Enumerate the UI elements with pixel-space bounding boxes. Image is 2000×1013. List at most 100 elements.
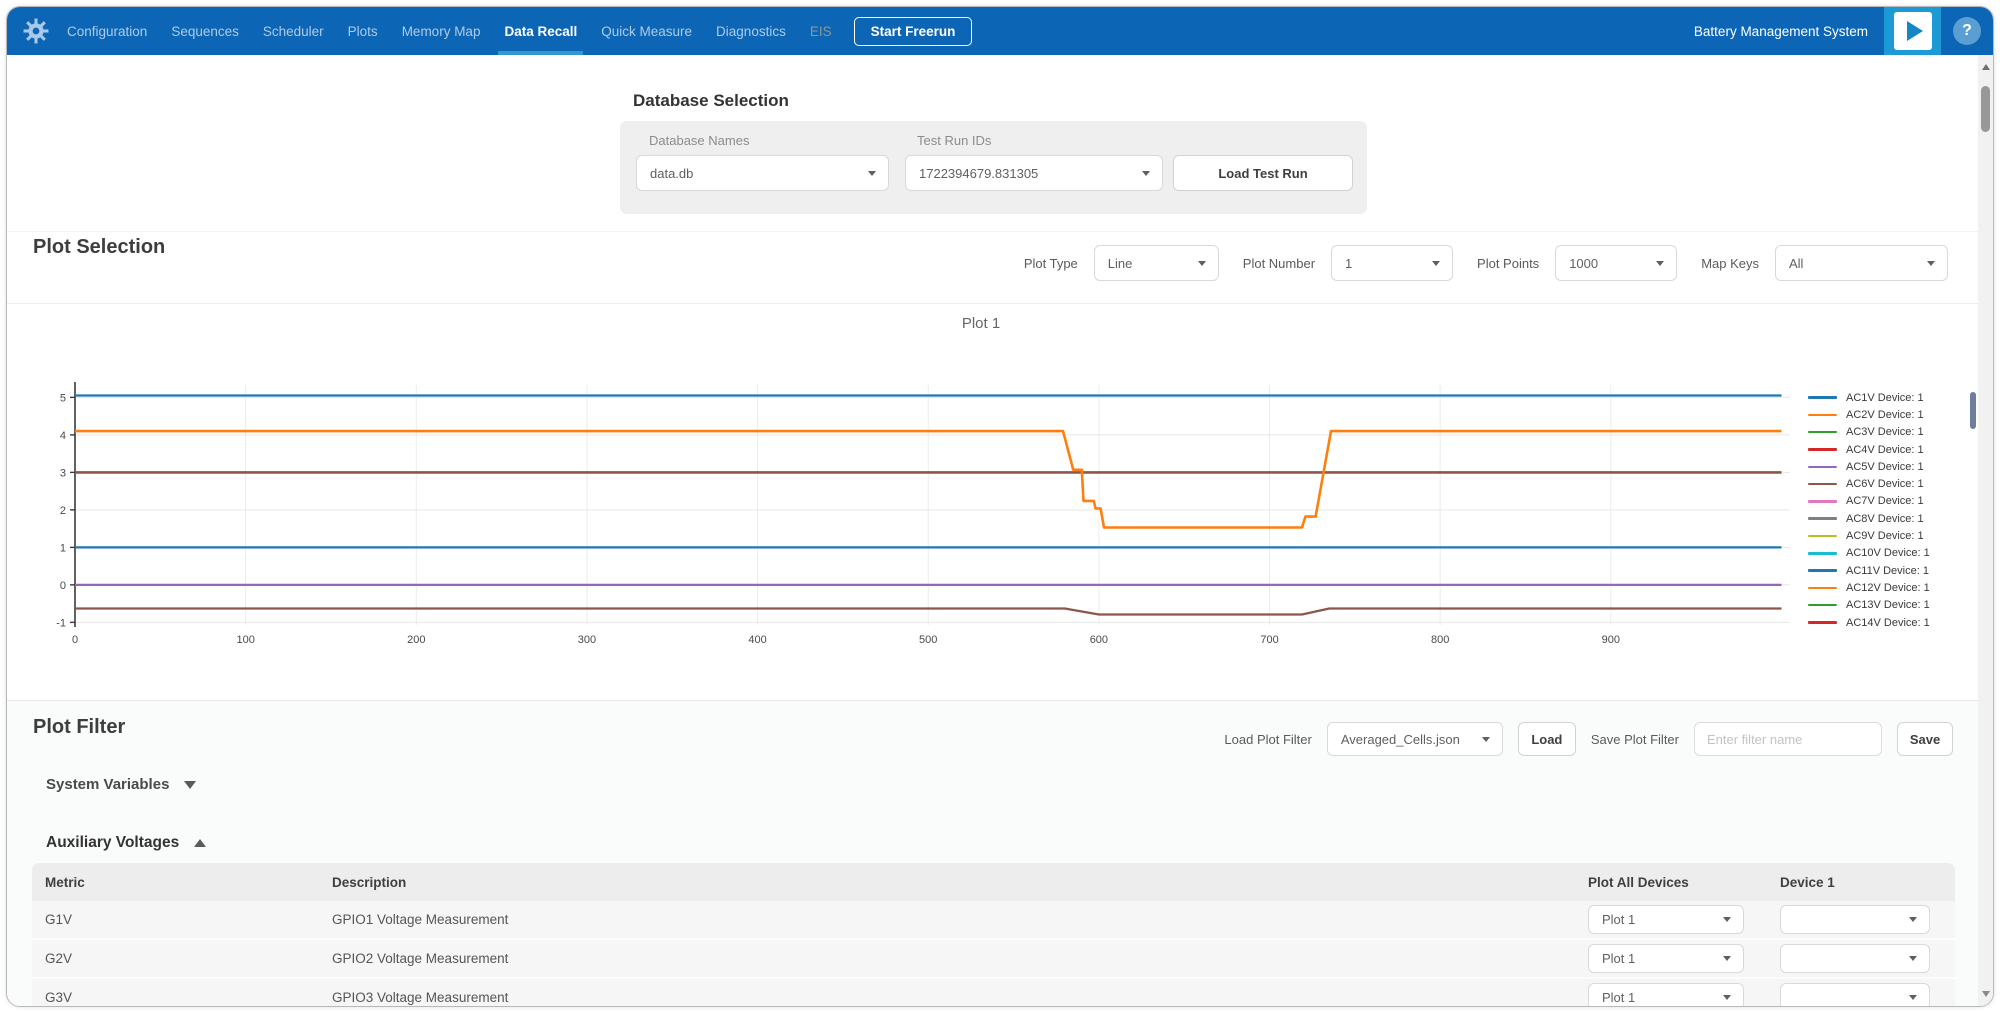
cell-metric: G3V [45, 979, 72, 1007]
nav-item-eis: EIS [810, 7, 832, 55]
app-window: Configuration Sequences Scheduler Plots Memo… [6, 6, 1994, 1007]
svg-text:100: 100 [236, 634, 254, 646]
cell-description: GPIO2 Voltage Measurement [332, 940, 508, 977]
database-names-select[interactable]: data.db [636, 155, 889, 191]
legend-swatch [1808, 448, 1837, 451]
table-header-row: Metric Description Plot All Devices Devi… [32, 863, 1955, 901]
legend-item-ac11v-device-1[interactable]: AC11V Device: 1 [1808, 562, 1930, 579]
chevron-down-icon [1656, 261, 1664, 266]
nav-item-memory-map[interactable]: Memory Map [402, 7, 481, 55]
col-header-description: Description [332, 863, 406, 901]
chevron-down-icon [1909, 956, 1917, 961]
legend-item-ac7v-device-1[interactable]: AC7V Device: 1 [1808, 493, 1930, 510]
legend-item-ac5v-device-1[interactable]: AC5V Device: 1 [1808, 458, 1930, 475]
plot-points-select[interactable]: 1000 [1555, 245, 1677, 281]
load-plot-filter-select[interactable]: Averaged_Cells.json [1327, 722, 1503, 756]
device-1-select-g1v[interactable] [1780, 905, 1930, 934]
legend-item-ac14v-device-1[interactable]: AC14V Device: 1 [1808, 614, 1930, 631]
device-1-select-g3v[interactable] [1780, 983, 1930, 1007]
scroll-up-arrow-icon[interactable] [1982, 64, 1990, 70]
chevron-up-icon [194, 839, 206, 847]
plot-number-select[interactable]: 1 [1331, 245, 1453, 281]
legend-swatch [1808, 483, 1837, 486]
save-filter-button[interactable]: Save [1897, 722, 1953, 756]
plot-all-devices-select-g1v-value: Plot 1 [1602, 912, 1635, 927]
legend-label: AC10V Device: 1 [1846, 547, 1930, 559]
legend-item-ac10v-device-1[interactable]: AC10V Device: 1 [1808, 545, 1930, 562]
chevron-down-icon [1927, 261, 1935, 266]
chevron-down-icon [1909, 917, 1917, 922]
map-keys-value: All [1789, 256, 1803, 271]
run-button[interactable] [1884, 7, 1941, 55]
chevron-down-icon [1432, 261, 1440, 266]
save-filter-input[interactable] [1694, 722, 1882, 756]
legend-item-ac3v-device-1[interactable]: AC3V Device: 1 [1808, 424, 1930, 441]
legend-item-ac8v-device-1[interactable]: AC8V Device: 1 [1808, 510, 1930, 527]
nav-item-configuration[interactable]: Configuration [67, 7, 147, 55]
chevron-down-icon [184, 781, 196, 789]
plot-all-devices-select-g2v[interactable]: Plot 1 [1588, 944, 1744, 973]
svg-text:900: 900 [1602, 634, 1620, 646]
plot-all-devices-select-g3v[interactable]: Plot 1 [1588, 983, 1744, 1007]
svg-text:3: 3 [60, 467, 66, 479]
system-variables-toggle[interactable]: System Variables [46, 776, 196, 793]
legend-swatch [1808, 587, 1837, 590]
nav-item-plots[interactable]: Plots [348, 7, 378, 55]
device-1-select-g2v[interactable] [1780, 944, 1930, 973]
legend-swatch [1808, 604, 1837, 607]
nav-item-quick-measure[interactable]: Quick Measure [601, 7, 692, 55]
plot-selection-controls: Plot TypeLinePlot Number1Plot Points1000… [1024, 245, 1948, 281]
line-chart[interactable]: -10123450100200300400500600700800900 [7, 375, 1955, 647]
legend-label: AC2V Device: 1 [1846, 409, 1924, 421]
cell-metric: G2V [45, 940, 72, 977]
map-keys-label: Map Keys [1701, 256, 1759, 271]
start-freerun-button[interactable]: Start Freerun [854, 17, 973, 46]
legend-item-ac6v-device-1[interactable]: AC6V Device: 1 [1808, 475, 1930, 492]
nav-item-scheduler[interactable]: Scheduler [263, 7, 324, 55]
save-plot-filter-label: Save Plot Filter [1591, 732, 1679, 747]
legend-swatch [1808, 431, 1837, 434]
legend-item-ac4v-device-1[interactable]: AC4V Device: 1 [1808, 441, 1930, 458]
svg-text:1: 1 [60, 542, 66, 554]
settings-button[interactable] [23, 18, 49, 44]
chevron-down-icon [868, 171, 876, 176]
load-filter-button[interactable]: Load [1518, 722, 1576, 756]
nav-item-sequences[interactable]: Sequences [171, 7, 239, 55]
legend-item-ac1v-device-1[interactable]: AC1V Device: 1 [1808, 389, 1930, 406]
legend-label: AC12V Device: 1 [1846, 582, 1930, 594]
help-button[interactable]: ? [1953, 17, 1981, 45]
chevron-down-icon [1198, 261, 1206, 266]
legend-item-ac2v-device-1[interactable]: AC2V Device: 1 [1808, 406, 1930, 423]
chart-title: Plot 1 [7, 315, 1955, 332]
svg-text:0: 0 [72, 634, 78, 646]
plot-all-devices-select-g3v-value: Plot 1 [1602, 990, 1635, 1005]
legend-label: AC14V Device: 1 [1846, 617, 1930, 629]
legend-swatch [1808, 552, 1837, 555]
plot-scrollbar-thumb[interactable] [1970, 392, 1976, 429]
plot-all-devices-select-g1v[interactable]: Plot 1 [1588, 905, 1744, 934]
legend-label: AC3V Device: 1 [1846, 426, 1924, 438]
map-keys-select[interactable]: All [1775, 245, 1948, 281]
page-scrollbar-thumb[interactable] [1981, 86, 1990, 132]
nav-item-diagnostics[interactable]: Diagnostics [716, 7, 786, 55]
svg-text:300: 300 [578, 634, 596, 646]
page-scrollbar[interactable] [1978, 55, 1993, 1006]
plot-selection-title: Plot Selection [33, 236, 165, 259]
col-header-plot-all-devices: Plot All Devices [1588, 863, 1689, 901]
legend-item-ac9v-device-1[interactable]: AC9V Device: 1 [1808, 527, 1930, 544]
auxiliary-voltages-label: Auxiliary Voltages [46, 834, 179, 852]
legend-item-ac13v-device-1[interactable]: AC13V Device: 1 [1808, 597, 1930, 614]
plot-type-select[interactable]: Line [1094, 245, 1219, 281]
load-test-run-button[interactable]: Load Test Run [1173, 155, 1353, 191]
scroll-down-arrow-icon[interactable] [1982, 991, 1990, 997]
test-run-ids-select[interactable]: 1722394679.831305 [905, 155, 1163, 191]
gear-icon [23, 18, 49, 44]
legend-item-ac12v-device-1[interactable]: AC12V Device: 1 [1808, 579, 1930, 596]
legend-label: AC9V Device: 1 [1846, 530, 1924, 542]
legend-label: AC8V Device: 1 [1846, 513, 1924, 525]
cell-description: GPIO3 Voltage Measurement [332, 979, 508, 1007]
auxiliary-voltages-toggle[interactable]: Auxiliary Voltages [46, 834, 206, 852]
nav-item-data-recall[interactable]: Data Recall [504, 7, 577, 55]
svg-text:0: 0 [60, 580, 66, 592]
cell-metric: G1V [45, 901, 72, 938]
